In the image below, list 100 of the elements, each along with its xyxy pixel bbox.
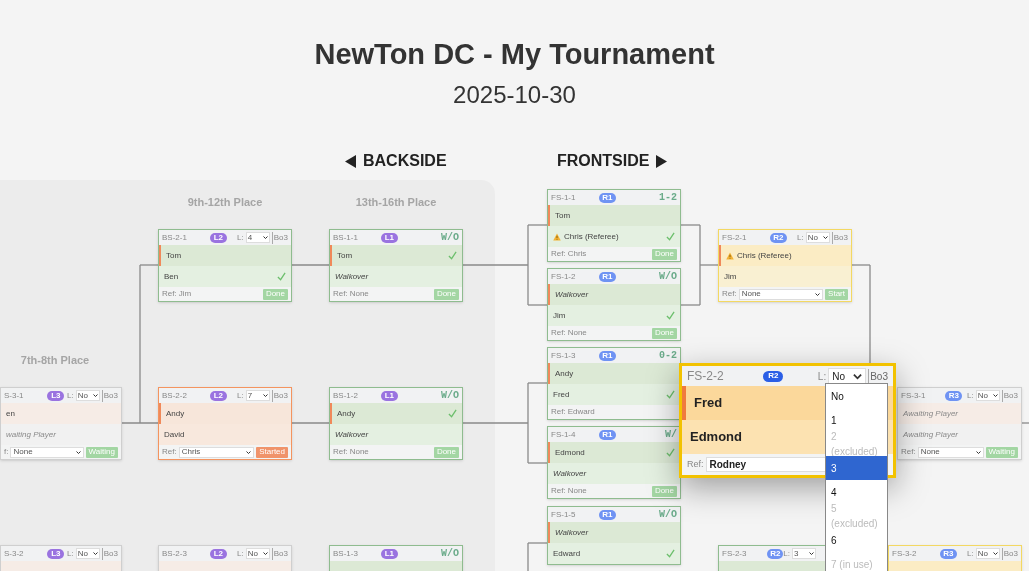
player-row[interactable]: Andy [330,403,462,424]
match-id: FS-1-5 [551,508,577,521]
lane-select[interactable]: No [975,548,1000,559]
lane-select[interactable]: 4 [245,232,270,243]
warning-icon [726,251,734,260]
best-of-label: Bo3 [1001,389,1018,402]
lane-label: L: [967,547,974,560]
best-of-label: Bo3 [271,231,288,244]
check-icon [666,448,675,457]
player-row[interactable]: Walkover [548,463,680,484]
referee-name: Edward [567,408,595,416]
player-row[interactable]: Ben [159,266,291,287]
lane-select[interactable]: No [245,548,270,559]
round-badge: L1 [380,548,398,559]
player-name: Fred [553,388,570,401]
check-icon [666,311,675,320]
player-name: Ben [164,270,179,283]
referee-select[interactable]: None [738,288,824,300]
check-icon [448,251,457,260]
player-row[interactable]: Tom [548,205,680,226]
player-row[interactable]: Andy [159,403,291,424]
player-row[interactable]: Fred [548,384,680,405]
match-score: W/O [659,270,677,284]
match-id: FS-2-3 [722,547,748,560]
lane-select[interactable]: No [975,390,1000,401]
lane-select[interactable]: No [75,390,100,401]
round-title: 13th-16th Place [355,194,437,210]
best-of-label: Bo3 [271,547,288,560]
caret-icon [815,291,821,297]
referee-select[interactable]: None [917,446,984,458]
player-row[interactable]: Edward [548,543,680,564]
match-id: FS-1-2 [551,270,577,283]
connector-line [291,422,330,424]
round-title: 9th-12th Place [187,194,263,210]
player-row[interactable]: David [159,424,291,445]
referee-label: Ref: [162,446,177,458]
player-row[interactable]: en [1,403,121,424]
lane-select[interactable]: 3 [792,548,816,559]
lane-select[interactable]: 7 [245,390,270,401]
player-row[interactable]: Chris (Referee) [719,245,851,266]
best-of-label: Bo3 [101,547,118,560]
player-name: Jim [553,309,566,322]
referee-name: None [349,448,369,456]
best-of-label: Bo3 [271,389,288,402]
referee-select[interactable]: Chris [178,446,255,458]
check-icon [448,409,457,418]
left-triangle-icon [345,154,357,168]
player-row[interactable]: Edmond [548,442,680,463]
player-name: waiting Player [6,428,56,441]
player-name: Andy [337,407,356,420]
dropdown-option[interactable]: 6 [826,528,887,552]
match-id: FS-3-1 [901,389,927,402]
player-row[interactable]: Walkover [548,522,680,543]
referee-label: Ref: [551,406,566,418]
player-row[interactable]: Chris (Referee) [548,226,680,247]
player-row[interactable]: Walkover [330,424,462,445]
warning-icon [553,232,561,241]
player-row[interactable]: Andy [548,363,680,384]
match-id: FS-1-4 [551,428,577,441]
referee-label: Ref: [333,446,348,458]
round-badge: L1 [380,232,398,243]
dropdown-option: 5 (excluded) [826,504,887,528]
caret-icon [992,551,998,556]
caret-icon [262,393,268,398]
match-id: BS-2-1 [162,231,188,244]
player-row[interactable]: Jim [719,266,851,287]
match-id: FS-1-3 [551,349,577,362]
caret-icon [262,235,268,240]
match-score: W/O [441,547,459,561]
player-row[interactable]: Walkover [548,284,680,305]
round-badge: L3 [47,390,65,401]
round-badge: R2 [763,370,784,382]
match-id: BS-1-3 [333,547,359,560]
player-row[interactable]: Tom [159,245,291,266]
caret-icon [822,235,828,240]
lane-label: L: [797,231,804,244]
connector-line [291,264,330,266]
caret-icon [75,449,81,455]
lane-select[interactable]: No [75,548,100,559]
dropdown-option[interactable]: 3 [826,456,887,480]
lane-select[interactable]: No [805,232,830,243]
lane-label: L: [237,389,244,402]
dropdown-option[interactable]: 4 [826,480,887,504]
round-title: 7th-8th Place [20,352,90,368]
round-badge: R1 [598,429,616,440]
caret-icon [246,449,252,455]
player-row[interactable]: Tom [330,245,462,266]
player-name: Chris (Referee) [564,230,619,243]
player-row[interactable]: Walkover [330,266,462,287]
dropdown-option[interactable]: No [826,384,887,408]
best-of-label: Bo3 [101,389,118,402]
referee-select[interactable]: None [10,446,84,458]
player-name: Edmond [690,428,742,447]
caret-icon [92,551,98,556]
section-label: FRONTSIDE [557,151,650,171]
referee-label: Ref: [333,288,348,300]
player-name: Chris (Referee) [737,249,792,262]
referee-label: Ref: [551,485,566,497]
player-row[interactable]: Jim [548,305,680,326]
match-score: W/O [441,389,459,403]
